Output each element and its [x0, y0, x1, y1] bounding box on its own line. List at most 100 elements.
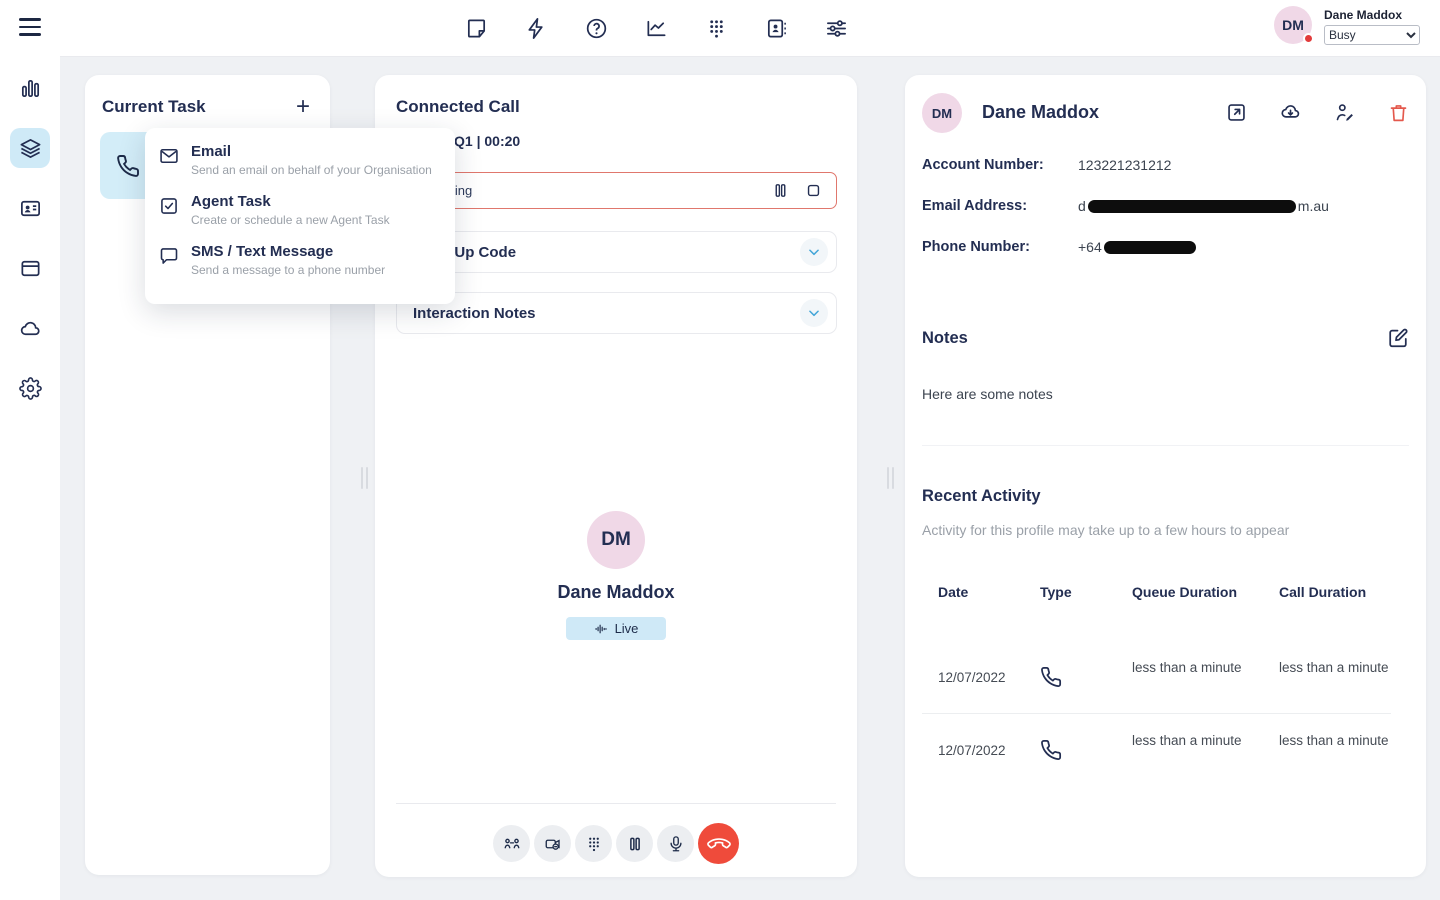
- note-icon[interactable]: [465, 17, 488, 40]
- stop-recording-icon[interactable]: [805, 182, 822, 199]
- current-task-title: Current Task: [102, 97, 206, 117]
- phone-label: Phone Number:: [922, 239, 1030, 255]
- left-sidebar: [0, 0, 60, 900]
- lightning-icon[interactable]: [525, 17, 548, 40]
- help-icon[interactable]: [585, 17, 608, 40]
- email-value: d m.au: [1078, 198, 1329, 214]
- phone-icon: [116, 154, 140, 178]
- contact-card-icon: [19, 197, 42, 220]
- status-dot: [1303, 33, 1314, 44]
- user-name: Dane Maddox: [1324, 8, 1420, 22]
- sidebar-nav: [0, 68, 60, 428]
- checkbox-icon: [159, 196, 179, 216]
- hamburger-menu-icon[interactable]: [19, 18, 41, 41]
- recording-off-icon: [544, 835, 562, 853]
- status-select[interactable]: Busy: [1324, 25, 1420, 45]
- sidebar-item-stats[interactable]: [10, 68, 50, 108]
- email-visible-prefix: d: [1078, 198, 1086, 214]
- phone-visible-prefix: +64: [1078, 239, 1102, 255]
- menu-item-title: Agent Task: [191, 193, 390, 210]
- cell-date: 12/07/2022: [938, 741, 1034, 761]
- email-label: Email Address:: [922, 198, 1027, 214]
- cell-call-duration: less than a minute: [1279, 731, 1389, 751]
- dialpad-icon: [585, 835, 603, 853]
- column-date: Date: [938, 580, 1034, 604]
- email-visible-suffix: m.au: [1298, 198, 1329, 214]
- connected-call-title: Connected Call: [396, 97, 520, 117]
- phone-icon: [1040, 739, 1120, 761]
- sidebar-item-contacts[interactable]: [10, 188, 50, 228]
- call-controls: [375, 823, 857, 864]
- notes-title: Notes: [922, 329, 968, 348]
- cell-date: 12/07/2022: [938, 668, 1034, 688]
- live-badge: Live: [566, 617, 666, 640]
- hold-button[interactable]: [616, 825, 653, 862]
- dialpad-button[interactable]: [575, 825, 612, 862]
- sidebar-item-tasks[interactable]: [10, 128, 50, 168]
- panel-resize-handle[interactable]: [361, 467, 368, 489]
- row-divider: [922, 713, 1391, 714]
- redaction-bar: [1088, 200, 1296, 213]
- edit-notes-icon[interactable]: [1387, 327, 1409, 349]
- user-chip: DM Dane Maddox Busy: [1274, 6, 1420, 45]
- mute-button[interactable]: [657, 825, 694, 862]
- cloud-icon: [19, 317, 42, 340]
- bar-chart-icon: [19, 77, 42, 100]
- chevron-down-icon[interactable]: [800, 299, 828, 327]
- column-call-duration: Call Duration: [1279, 580, 1389, 604]
- column-queue-duration: Queue Duration: [1132, 580, 1242, 604]
- notes-content: Here are some notes: [922, 386, 1053, 402]
- add-task-menu: Email Send an email on behalf of your Or…: [145, 128, 455, 304]
- profile-initials: DM: [932, 106, 952, 121]
- cell-call-duration: less than a minute: [1279, 658, 1389, 678]
- user-avatar[interactable]: DM: [1274, 6, 1312, 44]
- chevron-down-icon[interactable]: [800, 238, 828, 266]
- contact-initials: DM: [601, 529, 631, 551]
- pause-recording-icon[interactable]: [772, 182, 789, 199]
- wrap-up-code-accordion[interactable]: Wrap Up Code: [396, 231, 837, 273]
- phone-icon: [1040, 666, 1120, 688]
- envelope-icon: [159, 146, 179, 166]
- queue-timer: Q1 | 00:20: [454, 133, 520, 149]
- recent-activity-title: Recent Activity: [922, 487, 1041, 506]
- recording-bar: Recording: [396, 172, 837, 209]
- waveform-icon: [594, 622, 608, 636]
- directory-icon[interactable]: [765, 17, 788, 40]
- phone-value: +64: [1078, 239, 1196, 255]
- menu-item-description: Send an email on behalf of your Organisa…: [191, 163, 432, 177]
- transfer-button[interactable]: [493, 825, 530, 862]
- menu-item-sms[interactable]: SMS / Text Message Send a message to a p…: [159, 243, 441, 277]
- account-number-label: Account Number:: [922, 157, 1044, 173]
- menu-item-title: Email: [191, 143, 432, 160]
- menu-item-agent-task[interactable]: Agent Task Create or schedule a new Agen…: [159, 193, 441, 227]
- contact-name: Dane Maddox: [557, 582, 674, 603]
- add-task-button[interactable]: +: [296, 97, 310, 117]
- preferences-icon[interactable]: [825, 17, 848, 40]
- recording-off-button[interactable]: [534, 825, 571, 862]
- menu-item-email[interactable]: Email Send an email on behalf of your Or…: [159, 143, 441, 177]
- trash-icon[interactable]: [1388, 102, 1409, 123]
- account-number-value: 123221231212: [1078, 157, 1171, 173]
- transfer-icon: [503, 835, 521, 853]
- metrics-icon[interactable]: [645, 17, 668, 40]
- divider: [922, 445, 1409, 446]
- panel-resize-handle[interactable]: [887, 467, 894, 489]
- interaction-notes-accordion[interactable]: Interaction Notes: [396, 292, 837, 334]
- speech-bubble-icon: [159, 246, 179, 266]
- profile-name: Dane Maddox: [982, 102, 1099, 123]
- contact-avatar: DM: [587, 511, 645, 569]
- dialpad-icon[interactable]: [705, 17, 728, 40]
- sidebar-item-settings[interactable]: [10, 368, 50, 408]
- user-edit-icon[interactable]: [1334, 102, 1355, 123]
- sidebar-item-workspace[interactable]: [10, 248, 50, 288]
- cloud-download-icon[interactable]: [1280, 102, 1301, 123]
- live-label: Live: [615, 621, 639, 636]
- topbar-icons: [465, 0, 848, 56]
- menu-item-title: SMS / Text Message: [191, 243, 385, 260]
- call-contact-block: DM Dane Maddox Live: [375, 511, 857, 640]
- end-call-icon: [704, 829, 732, 857]
- sidebar-item-cloud[interactable]: [10, 308, 50, 348]
- open-external-icon[interactable]: [1226, 102, 1247, 123]
- layers-icon: [19, 137, 42, 160]
- end-call-button[interactable]: [698, 823, 739, 864]
